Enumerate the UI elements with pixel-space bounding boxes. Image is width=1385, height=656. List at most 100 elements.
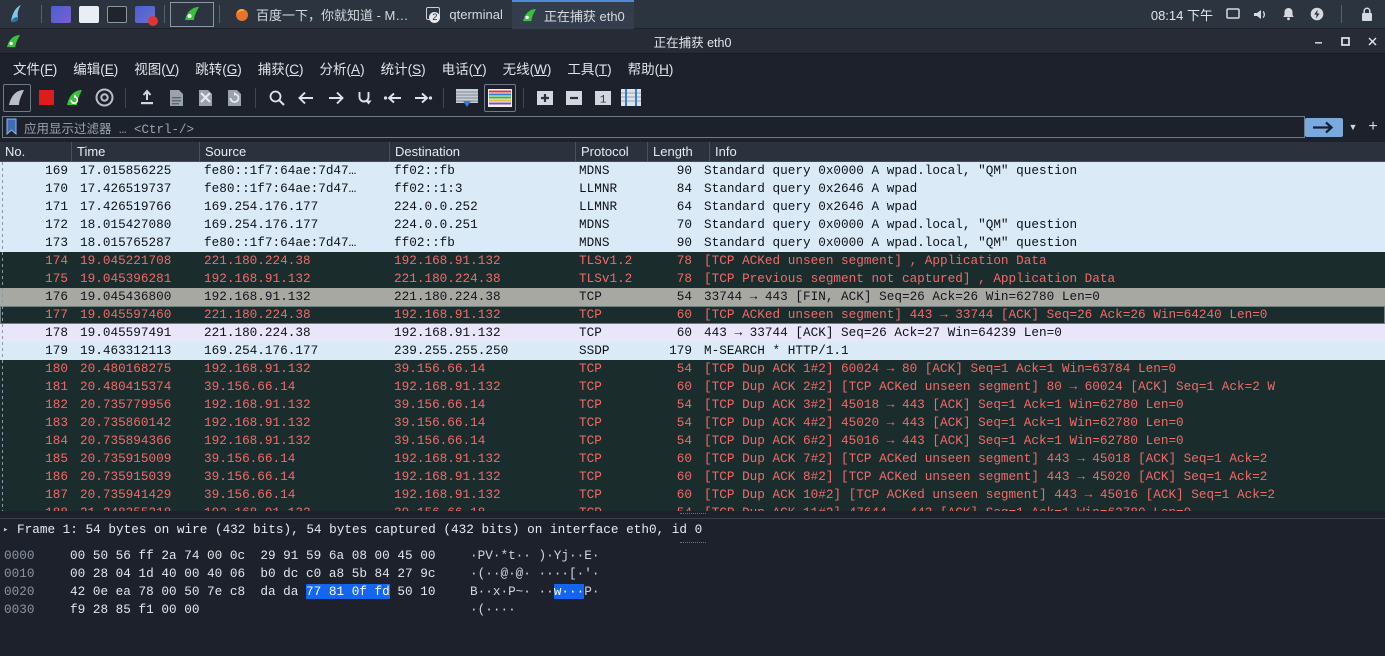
table-row[interactable]: 184 20.735894366 192.168.91.132 39.156.66.1… <box>0 432 1385 450</box>
triangle-right-icon[interactable]: ▸ <box>3 525 12 535</box>
splitter-detail-bytes[interactable] <box>0 540 1385 547</box>
packet-list[interactable]: 169 17.015856225 fe80::1f7:64ae:7d47… ff02:… <box>0 162 1385 511</box>
find-packet-button[interactable] <box>263 84 291 112</box>
packet-bytes-pane[interactable]: 0000 00 50 56 ff 2a 74 00 0c 29 91 59 6a … <box>0 547 1385 623</box>
resize-columns-button[interactable] <box>618 84 644 112</box>
menu-telephony[interactable]: 电话(Y) <box>434 55 495 81</box>
packet-details-pane[interactable]: ▸ Frame 1: 54 bytes on wire (432 bits), … <box>0 518 1385 540</box>
quick-launch-terminal[interactable] <box>103 3 131 25</box>
tray-clock[interactable]: 08:14 下午 <box>1151 5 1213 24</box>
lock-icon[interactable] <box>1358 6 1375 23</box>
packet-protocol: TCP <box>579 487 602 502</box>
quick-launch-display-settings[interactable] <box>47 3 75 25</box>
search-input[interactable]: 应用显示过滤器 … <Ctrl-/> <box>22 118 194 137</box>
bookmark-icon[interactable] <box>5 118 18 136</box>
menu-edit[interactable]: 编辑(E) <box>65 55 126 81</box>
app-launcher-button[interactable] <box>0 0 36 29</box>
volume-icon[interactable] <box>1252 6 1269 23</box>
splitter-packet-detail[interactable] <box>0 511 1385 518</box>
save-file-button[interactable] <box>162 84 190 112</box>
go-back-button[interactable] <box>292 84 320 112</box>
packet-detail-frame-line[interactable]: Frame 1: 54 bytes on wire (432 bits), 54… <box>17 522 702 537</box>
menu-tools[interactable]: 工具(T) <box>559 55 619 81</box>
close-file-button[interactable] <box>191 84 219 112</box>
table-row[interactable]: 176 19.045436800 192.168.91.132 221.180.224… <box>0 288 1385 306</box>
zoom-out-button[interactable] <box>560 84 588 112</box>
taskbar-window-firefox[interactable]: 百度一下，你就知道 - M… <box>225 0 417 29</box>
table-row[interactable]: 183 20.735860142 192.168.91.132 39.156.66.1… <box>0 414 1385 432</box>
column-header-source[interactable]: Source <box>200 141 390 162</box>
table-row[interactable]: 172 18.015427080 169.254.176.177 224.0.0.25… <box>0 216 1385 234</box>
zoom-reset-button[interactable]: 1 <box>589 84 617 112</box>
maximize-icon[interactable] <box>1339 35 1352 48</box>
stop-capture-button[interactable] <box>32 84 60 112</box>
open-file-button[interactable] <box>133 84 161 112</box>
table-row[interactable]: 170 17.426519737 fe80::1f7:64ae:7d47… ff02:… <box>0 180 1385 198</box>
start-capture-button[interactable] <box>3 83 31 112</box>
table-row[interactable]: 186 20.735915039 39.156.66.14 192.168.91.13… <box>0 468 1385 486</box>
go-last-icon <box>414 92 432 103</box>
column-header-info[interactable]: Info <box>710 142 1385 162</box>
table-row[interactable]: 177 19.045597460 221.180.224.38 192.168.91.… <box>0 306 1385 324</box>
column-header-time[interactable]: Time <box>72 141 200 162</box>
menu-statistics[interactable]: 统计(S) <box>373 55 434 81</box>
add-filter-button[interactable]: + <box>1363 118 1383 136</box>
menu-capture-label: 捕获 <box>257 61 285 77</box>
table-row[interactable]: 175 19.045396281 192.168.91.132 221.180.224… <box>0 270 1385 288</box>
taskbar-window-wireshark[interactable]: 正在捕获 eth0 <box>511 0 634 29</box>
menu-analyze[interactable]: 分析(A) <box>312 55 373 81</box>
filter-input-container[interactable]: 应用显示过滤器 … <Ctrl-/> <box>2 116 1305 138</box>
colorize-button[interactable] <box>484 83 516 112</box>
go-first-packet-button[interactable] <box>379 84 407 112</box>
column-header-no[interactable]: No. <box>0 141 72 162</box>
table-row[interactable]: 180 20.480168275 192.168.91.132 39.156.66.1… <box>0 360 1385 378</box>
table-row[interactable]: 174 19.045221708 221.180.224.38 192.168.91.… <box>0 252 1385 270</box>
reload-file-button[interactable] <box>220 84 248 112</box>
go-to-packet-button[interactable] <box>350 84 378 112</box>
restart-capture-button[interactable] <box>61 84 89 112</box>
packet-time: 20.480168275 <box>80 361 172 376</box>
apply-filter-arrow-icon[interactable] <box>1305 117 1343 137</box>
table-row[interactable]: 187 20.735941429 39.156.66.14 192.168.91.13… <box>0 486 1385 504</box>
quick-launch-file-manager[interactable] <box>75 3 103 25</box>
hex-row[interactable]: 0000 00 50 56 ff 2a 74 00 0c 29 91 59 6a … <box>4 547 1385 565</box>
column-header-length[interactable]: Length <box>648 141 710 162</box>
zoom-in-button[interactable] <box>531 84 559 112</box>
table-row[interactable]: 173 18.015765287 fe80::1f7:64ae:7d47… ff02:… <box>0 234 1385 252</box>
table-row[interactable]: 178 19.045597491 221.180.224.38 192.168.91.… <box>0 324 1385 342</box>
minimize-icon[interactable] <box>1312 35 1325 48</box>
wireshark-pinned[interactable] <box>170 1 214 27</box>
taskbar-window-qterminal[interactable]: 2 qterminal <box>417 0 511 29</box>
go-forward-button[interactable] <box>321 84 349 112</box>
table-row[interactable]: 169 17.015856225 fe80::1f7:64ae:7d47… ff02:… <box>0 162 1385 180</box>
hex-row[interactable]: 0010 00 28 04 1d 40 00 40 06 b0 dc c0 a8 … <box>4 565 1385 583</box>
menu-view-accel: V <box>165 61 175 77</box>
table-row[interactable]: 182 20.735779956 192.168.91.132 39.156.66.1… <box>0 396 1385 414</box>
qterminal-badge: 2 <box>429 12 441 23</box>
chevron-down-icon[interactable]: ▼ <box>1343 122 1363 132</box>
go-last-packet-button[interactable] <box>408 84 436 112</box>
table-row[interactable]: 171 17.426519766 169.254.176.177 224.0.0.25… <box>0 198 1385 216</box>
menu-help[interactable]: 帮助(H) <box>620 55 682 81</box>
column-header-protocol[interactable]: Protocol <box>576 141 648 162</box>
table-row[interactable]: 181 20.480415374 39.156.66.14 192.168.91.13… <box>0 378 1385 396</box>
menu-capture[interactable]: 捕获(C) <box>250 55 312 81</box>
column-header-destination[interactable]: Destination <box>390 141 576 162</box>
menu-file[interactable]: 文件(F) <box>5 55 65 81</box>
menu-go[interactable]: 跳转(G) <box>187 55 250 81</box>
hex-row[interactable]: 0030 f9 28 85 f1 00 00 ·(···· <box>4 601 1385 619</box>
window-titlebar[interactable]: 正在捕获 eth0 <box>0 29 1385 54</box>
capture-options-button[interactable] <box>90 84 118 112</box>
hex-row[interactable]: 0020 42 0e ea 78 00 50 7e c8 da da 77 81 … <box>4 583 1385 601</box>
quick-launch-screen-recorder[interactable] <box>131 3 159 26</box>
table-row[interactable]: 179 19.463312113 169.254.176.177 239.255.25… <box>0 342 1385 360</box>
menu-wireless[interactable]: 无线(W) <box>495 55 560 81</box>
monitor-icon[interactable] <box>1224 6 1241 23</box>
autoscroll-button[interactable] <box>451 84 483 112</box>
table-row[interactable]: 185 20.735915009 39.156.66.14 192.168.91.13… <box>0 450 1385 468</box>
table-row[interactable]: 18821.248355218192.168.91.13239.156.66.1… <box>0 504 1385 511</box>
bell-icon[interactable] <box>1280 6 1297 23</box>
close-icon[interactable] <box>1366 35 1379 48</box>
menu-view[interactable]: 视图(V) <box>126 55 187 81</box>
power-icon[interactable] <box>1308 6 1325 23</box>
